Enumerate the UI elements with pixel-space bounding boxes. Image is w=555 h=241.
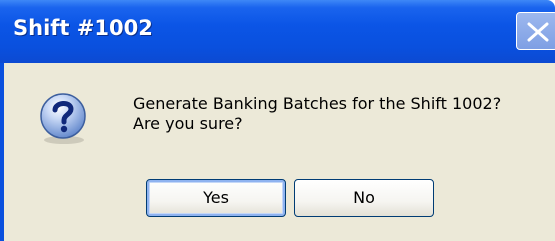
dialog-message: Generate Banking Batches for the Shift 1… bbox=[133, 94, 501, 134]
yes-button[interactable]: Yes bbox=[146, 179, 286, 217]
dialog-window: Shift #1002 Generate Banking Batches for… bbox=[0, 0, 555, 241]
question-icon bbox=[40, 93, 86, 144]
no-button[interactable]: No bbox=[294, 179, 434, 217]
close-icon bbox=[527, 22, 549, 42]
window-title: Shift #1002 bbox=[13, 16, 153, 40]
message-line-1: Generate Banking Batches for the Shift 1… bbox=[133, 94, 502, 113]
title-bar[interactable]: Shift #1002 bbox=[0, 0, 555, 63]
message-line-2: Are you sure? bbox=[133, 114, 243, 133]
close-button[interactable] bbox=[516, 12, 555, 50]
